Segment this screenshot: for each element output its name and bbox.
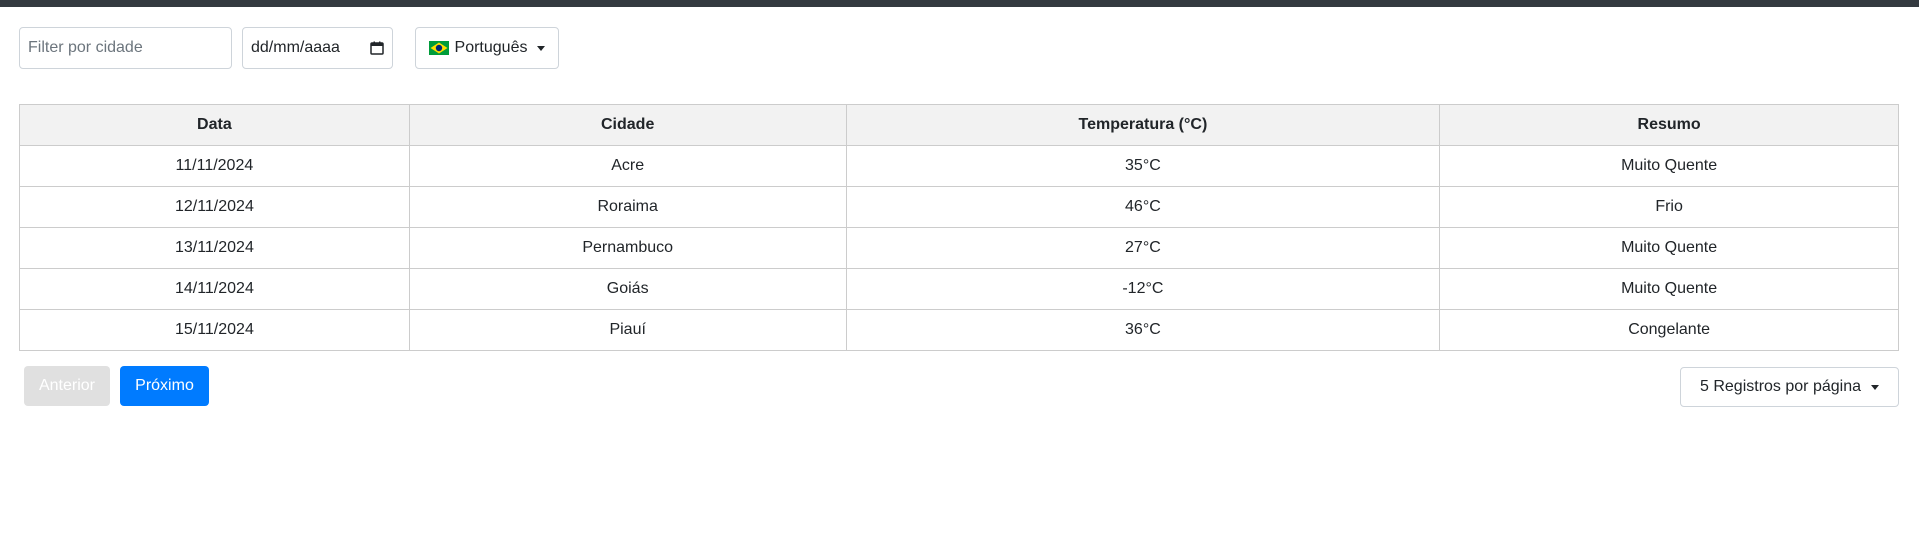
table-row: 14/11/2024 Goiás -12°C Muito Quente — [19, 268, 1899, 310]
column-header-temperatura[interactable]: Temperatura (°C) — [845, 104, 1441, 146]
column-header-resumo[interactable]: Resumo — [1439, 104, 1899, 146]
cell-city: Piauí — [408, 309, 847, 351]
cell-date: 12/11/2024 — [19, 186, 410, 228]
calendar-icon[interactable] — [370, 41, 384, 55]
cell-temperature: 36°C — [845, 309, 1441, 351]
caret-down-icon — [1870, 384, 1879, 390]
table-row: 15/11/2024 Piauí 36°C Congelante — [19, 309, 1899, 351]
cell-summary: Muito Quente — [1439, 268, 1899, 310]
cell-summary: Muito Quente — [1439, 145, 1899, 187]
weather-table: Data Cidade Temperatura (°C) Resumo 11/1… — [19, 104, 1899, 351]
previous-page-button[interactable]: Anterior — [24, 366, 110, 406]
caret-down-icon — [537, 45, 546, 51]
language-dropdown-button[interactable]: Português — [415, 27, 559, 69]
cell-city: Goiás — [408, 268, 847, 310]
page-size-dropdown-button[interactable]: 5 Registros por página — [1680, 367, 1899, 407]
cell-temperature: 35°C — [845, 145, 1441, 187]
table-row: 13/11/2024 Pernambuco 27°C Muito Quente — [19, 227, 1899, 269]
cell-summary: Frio — [1439, 186, 1899, 228]
page-size-label: 5 Registros por página — [1700, 378, 1861, 395]
date-filter-input[interactable]: dd/mm/aaaa — [242, 27, 393, 69]
table-header-row: Data Cidade Temperatura (°C) Resumo — [19, 104, 1899, 146]
next-page-button[interactable]: Próximo — [120, 366, 209, 406]
cell-date: 13/11/2024 — [19, 227, 410, 269]
city-filter-input[interactable] — [19, 27, 232, 69]
cell-temperature: -12°C — [845, 268, 1441, 310]
cell-date: 11/11/2024 — [19, 145, 410, 187]
cell-summary: Muito Quente — [1439, 227, 1899, 269]
date-filter-text: dd/mm/aaaa — [251, 39, 340, 56]
language-label: Português — [454, 39, 528, 56]
cell-date: 14/11/2024 — [19, 268, 410, 310]
cell-city: Pernambuco — [408, 227, 847, 269]
cell-temperature: 46°C — [845, 186, 1441, 228]
cell-date: 15/11/2024 — [19, 309, 410, 351]
cell-city: Acre — [408, 145, 847, 187]
column-header-cidade[interactable]: Cidade — [408, 104, 847, 146]
brazil-flag-icon — [428, 41, 449, 55]
cell-summary: Congelante — [1439, 309, 1899, 351]
table-row: 11/11/2024 Acre 35°C Muito Quente — [19, 145, 1899, 187]
column-header-data[interactable]: Data — [19, 104, 410, 146]
table-row: 12/11/2024 Roraima 46°C Frio — [19, 186, 1899, 228]
cell-temperature: 27°C — [845, 227, 1441, 269]
cell-city: Roraima — [408, 186, 847, 228]
top-bar — [0, 0, 1919, 7]
